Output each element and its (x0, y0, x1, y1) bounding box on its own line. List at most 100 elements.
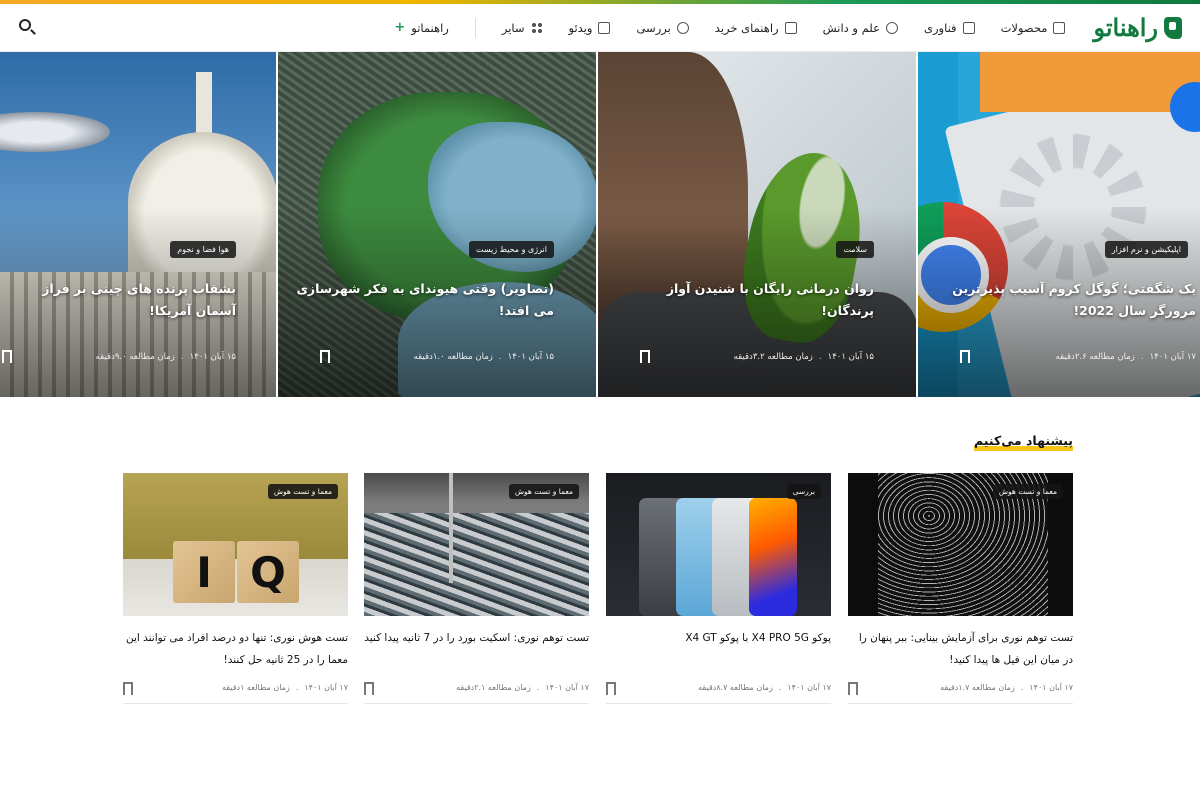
article-meta: ۱۷ آبان ۱۴۰۱ . زمان مطالعه ۱.۷دقیقه (940, 683, 1073, 692)
bookmark-icon[interactable] (320, 350, 330, 363)
nav-item-review[interactable]: بررسی (636, 20, 689, 35)
telescope-icon (885, 21, 898, 34)
bookmark-icon[interactable] (640, 350, 650, 363)
article-meta: ۱۷ آبان ۱۴۰۱ . زمان مطالعه ۲.۱دقیقه (456, 683, 589, 692)
hero-title[interactable]: بشقاب پرنده های چینی بر فراز آسمان آمریک… (6, 278, 236, 322)
nav-item-other[interactable]: سایر (502, 21, 543, 35)
hero-meta: ۱۷ آبان ۱۴۰۱ . زمان مطالعه ۲.۶دقیقه (1055, 352, 1196, 362)
category-tag[interactable]: سلامت (836, 241, 874, 258)
nav-item-products[interactable]: محصولات (1001, 21, 1066, 35)
hero-title[interactable]: یک شگفتی؛ گوگل کروم آسیب پذیرترین مرورگر… (928, 278, 1196, 322)
read-time: زمان مطالعه ۲.۶دقیقه (1055, 352, 1135, 362)
nav-item-video[interactable]: ویدئو (569, 21, 611, 35)
article-title[interactable]: تست هوش نوری: تنها دو درصد افراد می توان… (123, 627, 348, 671)
bookmark-icon[interactable] (364, 682, 374, 695)
read-time: زمان مطالعه ۳.۲دقیقه (733, 352, 813, 362)
read-time: زمان مطالعه ۸.۷دقیقه (698, 683, 773, 692)
box-icon (1053, 21, 1066, 34)
nav-item-label: علم و دانش (822, 20, 880, 35)
read-time: زمان مطالعه ۱.۷دقیقه (940, 683, 1015, 692)
plus-icon: + (394, 20, 406, 35)
publish-date: ۱۵ آبان ۱۴۰۱ (827, 352, 874, 362)
category-tag[interactable]: بررسی (786, 484, 821, 499)
article-card[interactable]: I Q معما و تست هوش تست هوش نوری: تنها دو… (123, 473, 348, 705)
site-header: راهناتو محصولات فناوری علم و دانش راهنما… (0, 4, 1200, 52)
category-tag[interactable]: معما و تست هوش (508, 484, 579, 499)
main-nav: محصولات فناوری علم و دانش راهنمای خرید ب… (394, 17, 1066, 38)
article-card[interactable]: معما و تست هوش تست توهم نوری: اسکیت بورد… (364, 473, 589, 705)
carpet-floor-image[interactable]: معما و تست هوش (364, 473, 589, 616)
elephant-pattern-image[interactable]: معما و تست هوش (848, 473, 1073, 616)
publish-date: ۱۷ آبان ۱۴۰۱ (304, 683, 348, 692)
chip-icon (962, 21, 975, 34)
nav-item-label: محصولات (1000, 20, 1048, 35)
grid-icon (530, 21, 543, 34)
hero-title[interactable]: روان درمانی رایگان با شنیدن آواز پرندگان… (616, 278, 874, 322)
article-card[interactable]: معما و تست هوش تست توهم نوری برای آزمایش… (848, 473, 1073, 705)
nav-item-label: راهنماتو (411, 20, 449, 35)
scan-icon (676, 21, 689, 34)
logo-text: راهناتو (1093, 13, 1158, 42)
iq-cubes-image[interactable]: I Q معما و تست هوش (123, 473, 348, 616)
hero-card[interactable]: هوا فضا و نجوم بشقاب پرنده های چینی بر ف… (0, 52, 276, 397)
nav-divider (474, 17, 476, 38)
recommended-cards: معما و تست هوش تست توهم نوری برای آزمایش… (123, 473, 1073, 713)
hero-slider: اپلیکیشن و نرم افزار یک شگفتی؛ گوگل کروم… (0, 52, 1200, 397)
card-divider (848, 703, 1073, 704)
article-title[interactable]: تست توهم نوری برای آزمایش بینایی: ببر پن… (848, 627, 1073, 671)
bookmark-icon[interactable] (848, 682, 858, 695)
logo-icon (1164, 16, 1182, 39)
bookmark-icon[interactable] (123, 682, 133, 695)
nav-item-label: بررسی (636, 20, 671, 35)
publish-date: ۱۷ آبان ۱۴۰۱ (1029, 683, 1073, 692)
article-meta: ۱۷ آبان ۱۴۰۱ . زمان مطالعه ۸.۷دقیقه (698, 683, 831, 692)
article-title[interactable]: تست توهم نوری: اسکیت بورد را در 7 ثانیه … (364, 627, 589, 649)
category-tag[interactable]: هوا فضا و نجوم (170, 241, 236, 258)
poco-phones-image[interactable]: بررسی (606, 473, 831, 616)
category-tag[interactable]: معما و تست هوش (267, 484, 338, 499)
hero-meta: ۱۵ آبان ۱۴۰۱ . زمان مطالعه ۳.۲دقیقه (733, 352, 874, 362)
hero-title[interactable]: (تصاویر) وقتی هیوندای به فکر شهرسازی می … (296, 278, 554, 322)
nav-item-label: راهنمای خرید (714, 20, 779, 35)
read-time: زمان مطالعه ۹.۰دقیقه (95, 352, 175, 362)
bookmark-icon[interactable] (960, 350, 970, 363)
nav-item-label: ویدئو (568, 20, 593, 35)
section-title-recommended: پیشنهاد می‌کنیم (974, 433, 1073, 451)
site-logo[interactable]: راهناتو (1093, 13, 1182, 42)
card-divider (123, 703, 348, 704)
cart-icon (784, 21, 797, 34)
hero-card[interactable]: سلامت روان درمانی رایگان با شنیدن آواز پ… (598, 52, 916, 397)
nav-item-label: فناوری (923, 20, 957, 35)
hero-meta: ۱۵ آبان ۱۴۰۱ . زمان مطالعه ۹.۰دقیقه (95, 352, 236, 362)
nav-item-technology[interactable]: فناوری (924, 21, 975, 35)
article-meta: ۱۷ آبان ۱۴۰۱ . زمان مطالعه ۱دقیقه (221, 683, 348, 692)
bookmark-icon[interactable] (2, 350, 12, 363)
publish-date: ۱۵ آبان ۱۴۰۱ (507, 352, 554, 362)
card-divider (606, 703, 831, 704)
publish-date: ۱۵ آبان ۱۴۰۱ (189, 352, 236, 362)
hero-meta: ۱۵ آبان ۱۴۰۱ . زمان مطالعه ۱.۰دقیقه (413, 352, 554, 362)
category-tag[interactable]: معما و تست هوش (992, 484, 1063, 499)
nav-item-rahnamato[interactable]: راهنماتو + (394, 20, 448, 35)
hero-card[interactable]: اپلیکیشن و نرم افزار یک شگفتی؛ گوگل کروم… (918, 52, 1200, 397)
article-card[interactable]: بررسی پوکو X4 PRO 5G با پوکو X4 GT ۱۷ آب… (606, 473, 831, 705)
publish-date: ۱۷ آبان ۱۴۰۱ (787, 683, 831, 692)
publish-date: ۱۷ آبان ۱۴۰۱ (1149, 352, 1196, 362)
play-icon (598, 21, 611, 34)
nav-item-science[interactable]: علم و دانش (823, 21, 898, 35)
read-time: زمان مطالعه ۲.۱دقیقه (456, 683, 531, 692)
card-divider (364, 703, 589, 704)
nav-item-label: سایر (501, 20, 525, 35)
search-button[interactable] (18, 18, 38, 38)
category-tag[interactable]: اپلیکیشن و نرم افزار (1104, 241, 1188, 258)
hero-card[interactable]: انرژی و محیط زیست (تصاویر) وقتی هیوندای … (278, 52, 596, 397)
publish-date: ۱۷ آبان ۱۴۰۱ (545, 683, 589, 692)
bookmark-icon[interactable] (606, 682, 616, 695)
read-time: زمان مطالعه ۱دقیقه (221, 683, 290, 692)
category-tag[interactable]: انرژی و محیط زیست (468, 241, 554, 258)
search-icon (19, 18, 31, 31)
iq-cube-q: Q (237, 541, 299, 603)
iq-cube-i: I (173, 541, 235, 603)
nav-item-buying-guide[interactable]: راهنمای خرید (715, 21, 797, 35)
article-title[interactable]: پوکو X4 PRO 5G با پوکو X4 GT (606, 627, 831, 649)
